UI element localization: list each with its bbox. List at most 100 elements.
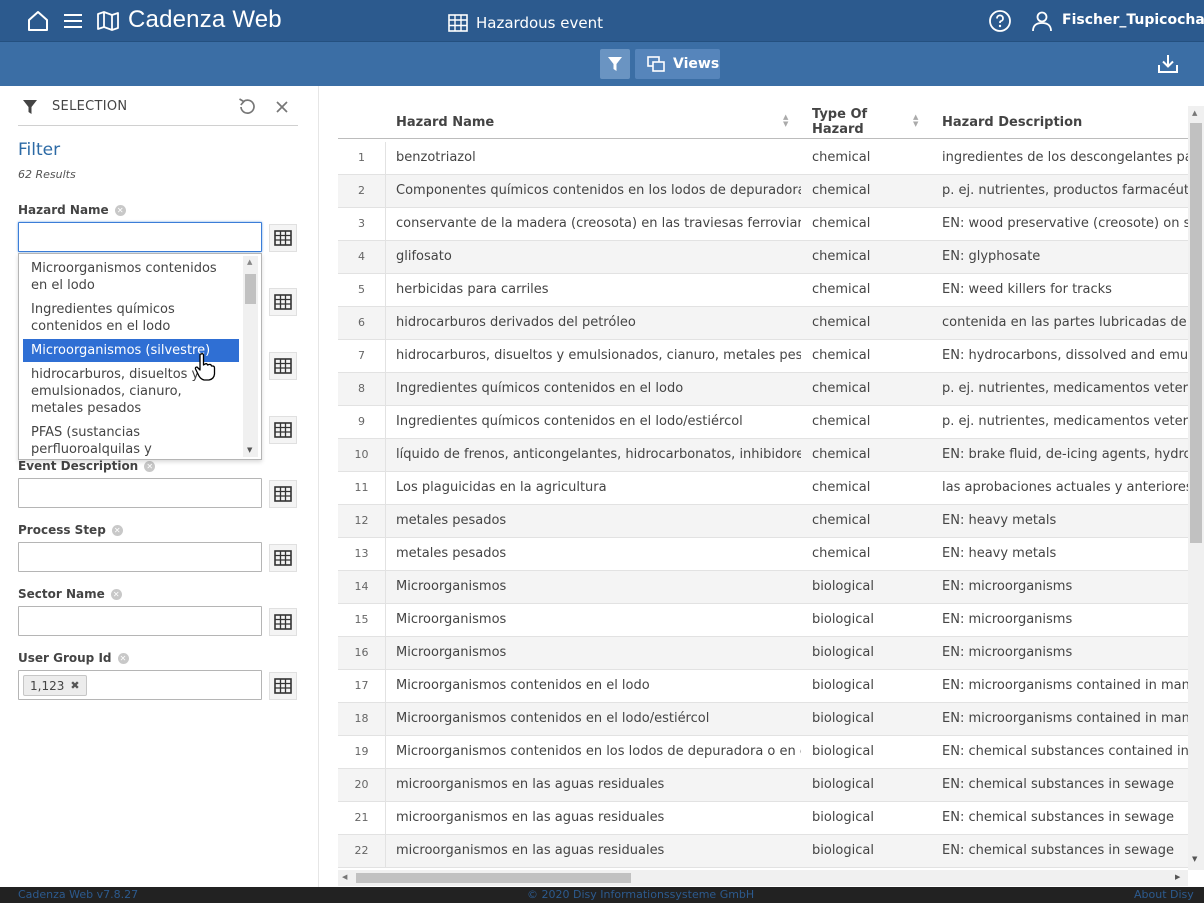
column-header-type-of-hazard[interactable]: Type Of Hazard [812, 106, 912, 138]
clear-icon[interactable]: ✕ [114, 204, 126, 216]
row-number: 20 [338, 769, 386, 801]
cell-hazard-name: conservante de la madera (creosota) en l… [396, 216, 801, 231]
table-picker-button[interactable] [269, 480, 297, 508]
table-row[interactable]: 15 Microorganismos biological EN: microorga… [338, 604, 1188, 637]
table-row[interactable]: 14 Microorganismos biological EN: microorga… [338, 571, 1188, 604]
copyright-label: © 2020 Disy Informationssysteme GmbH [527, 888, 755, 901]
table-icon [274, 550, 292, 566]
table-row[interactable]: 19 Microorganismos contenidos en los lodo… [338, 736, 1188, 769]
cell-hazard-name: hidrocarburos, disueltos y emulsionados,… [396, 348, 801, 363]
row-number: 18 [338, 703, 386, 735]
clear-icon[interactable]: ✕ [144, 460, 156, 472]
table-row[interactable]: 18 Microorganismos contenidos en el lodo/… [338, 703, 1188, 736]
cell-hazard-name: herbicidas para carriles [396, 282, 549, 297]
home-icon[interactable] [26, 9, 50, 33]
views-icon [647, 56, 665, 72]
about-link[interactable]: About Disy [1134, 888, 1194, 901]
table-picker-button[interactable] [269, 288, 297, 316]
scroll-up-icon[interactable]: ▲ [1192, 109, 1197, 117]
cell-type-of-hazard: chemical [812, 216, 871, 231]
clear-icon[interactable]: ✕ [110, 588, 122, 600]
map-icon[interactable] [96, 9, 120, 33]
column-header-hazard-name[interactable]: Hazard Name [396, 106, 796, 138]
cell-hazard-description: EN: heavy metals [942, 513, 1057, 528]
cell-hazard-name: Componentes químicos contenidos en los l… [396, 183, 801, 198]
dropdown-option[interactable]: PFAS (sustancias perfluoroalquilas y pol… [23, 424, 239, 459]
filter-title: Filter [18, 140, 61, 160]
table-picker-button[interactable] [269, 544, 297, 572]
scroll-up-icon[interactable]: ▲ [247, 258, 252, 266]
view-title: Hazardous event [448, 12, 603, 34]
table-row[interactable]: 20 microorganismos en las aguas residuale… [338, 769, 1188, 802]
help-icon[interactable] [988, 9, 1012, 33]
app-title[interactable]: Cadenza Web [128, 6, 282, 34]
filter-button[interactable] [600, 49, 630, 79]
dropdown-option[interactable]: Microorganismos contenidos en el lodo [23, 260, 239, 294]
dropdown-option[interactable]: Ingredientes químicos contenidos en el l… [23, 301, 239, 335]
hazard-name-input[interactable] [18, 222, 262, 252]
cell-hazard-name: Ingredientes químicos contenidos en el l… [396, 414, 743, 429]
table-row[interactable]: 17 Microorganismos contenidos en el lodo b… [338, 670, 1188, 703]
scroll-right-icon[interactable]: ▶ [1175, 873, 1180, 881]
event-description-input[interactable] [18, 478, 262, 508]
scroll-down-icon[interactable]: ▼ [247, 446, 252, 454]
table-icon [274, 422, 292, 438]
cell-type-of-hazard: chemical [812, 249, 871, 264]
table-row[interactable]: 12 metales pesados chemical EN: heavy metal… [338, 505, 1188, 538]
row-number: 3 [338, 208, 386, 240]
user-group-id-input[interactable]: 1,123 ✖ [18, 670, 262, 700]
value-chip: 1,123 ✖ [23, 675, 87, 696]
views-button[interactable]: Views [635, 49, 720, 79]
sector-name-input[interactable] [18, 606, 262, 636]
dropdown-scrollbar-thumb[interactable] [245, 274, 256, 304]
table-row[interactable]: 2 Componentes químicos contenidos en los … [338, 175, 1188, 208]
table-row[interactable]: 3 conservante de la madera (creosota) en … [338, 208, 1188, 241]
footer: Cadenza Web v7.8.27 © 2020 Disy Informat… [0, 887, 1204, 903]
table-row[interactable]: 7 hidrocarburos, disueltos y emulsionados… [338, 340, 1188, 373]
cell-type-of-hazard: chemical [812, 150, 871, 165]
column-header-hazard-description[interactable]: Hazard Description [942, 106, 1188, 138]
table-picker-button[interactable] [269, 672, 297, 700]
clear-icon[interactable]: ✕ [117, 652, 129, 664]
close-icon[interactable] [275, 100, 289, 114]
sort-icon[interactable]: ▲ ▼ [913, 114, 918, 128]
table-row[interactable]: 22 microorganismos en las aguas residuale… [338, 835, 1188, 868]
cell-hazard-name: Microorganismos [396, 645, 507, 660]
cell-hazard-description: EN: microorganisms [942, 645, 1073, 660]
user-icon[interactable] [1030, 9, 1054, 33]
field-label-text: Process Step [18, 523, 106, 537]
scroll-left-icon[interactable]: ◀ [342, 873, 347, 881]
table-row[interactable]: 8 Ingredientes químicos contenidos en el … [338, 373, 1188, 406]
dropdown-scrollbar[interactable]: ▲ ▼ [243, 256, 258, 457]
clear-icon[interactable]: ✕ [111, 524, 123, 536]
filter-icon [608, 57, 622, 71]
reset-icon[interactable] [236, 96, 258, 118]
sort-icon[interactable]: ▲ ▼ [783, 114, 788, 128]
table-row[interactable]: 13 metales pesados chemical EN: heavy metal… [338, 538, 1188, 571]
table-row[interactable]: 1 benzotriazol chemical ingredientes de los… [338, 142, 1188, 175]
menu-icon[interactable] [61, 9, 85, 33]
table-row[interactable]: 5 herbicidas para carriles chemical EN: wee… [338, 274, 1188, 307]
table-icon [274, 614, 292, 630]
download-icon[interactable] [1157, 54, 1179, 74]
table-picker-button[interactable] [269, 608, 297, 636]
table-row[interactable]: 6 hidrocarburos derivados del petróleo che… [338, 307, 1188, 340]
remove-chip-icon[interactable]: ✖ [70, 679, 79, 692]
cell-type-of-hazard: chemical [812, 315, 871, 330]
scroll-down-icon[interactable]: ▼ [1192, 855, 1197, 863]
horizontal-scrollbar[interactable]: ◀ ▶ [338, 870, 1188, 886]
table-picker-button[interactable] [269, 352, 297, 380]
user-name[interactable]: Fischer_Tupicocha [1062, 12, 1204, 28]
table-row[interactable]: 21 microorganismos en las aguas residuale… [338, 802, 1188, 835]
vertical-scrollbar[interactable]: ▲ ▼ [1188, 106, 1204, 870]
process-step-input[interactable] [18, 542, 262, 572]
horizontal-scrollbar-thumb[interactable] [356, 873, 631, 883]
table-picker-button[interactable] [269, 416, 297, 444]
vertical-scrollbar-thumb[interactable] [1190, 123, 1202, 543]
table-row[interactable]: 10 líquido de frenos, anticongelantes, hi… [338, 439, 1188, 472]
table-row[interactable]: 11 Los plaguicidas en la agricultura chemi… [338, 472, 1188, 505]
table-picker-button[interactable] [269, 224, 297, 252]
table-row[interactable]: 4 glifosato chemical EN: glyphosate [338, 241, 1188, 274]
table-row[interactable]: 16 Microorganismos biological EN: microorga… [338, 637, 1188, 670]
table-row[interactable]: 9 Ingredientes químicos contenidos en el … [338, 406, 1188, 439]
